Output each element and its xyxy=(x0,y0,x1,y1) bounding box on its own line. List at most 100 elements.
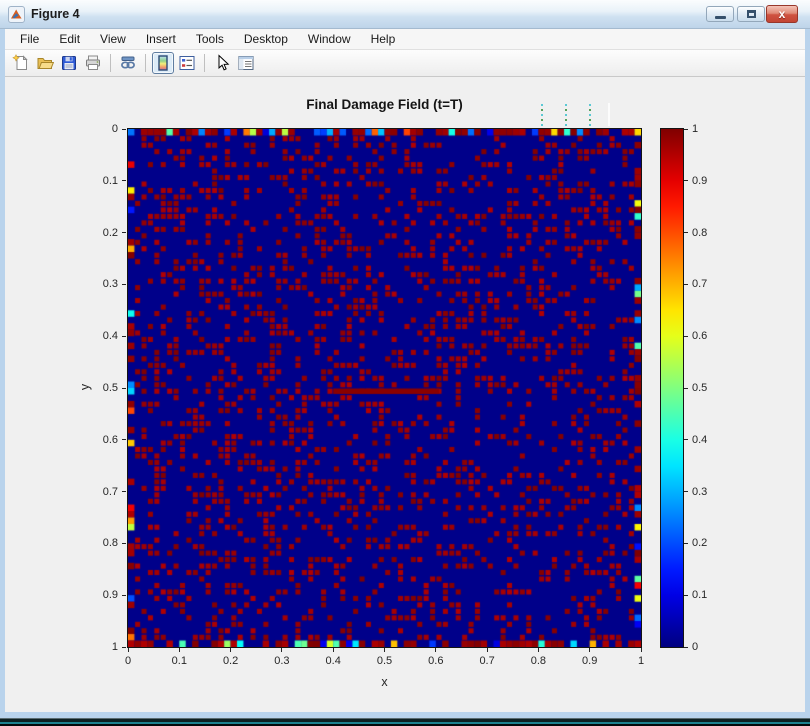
render-artifact-dash xyxy=(565,104,567,127)
minimize-button[interactable] xyxy=(706,6,734,22)
x-tick-label: 0.1 xyxy=(171,655,187,667)
titlebar[interactable]: Figure 4 x xyxy=(0,0,810,29)
menu-item-file[interactable]: File xyxy=(10,30,49,48)
restore-icon xyxy=(746,10,756,18)
figure-canvas: Final Damage Field (t=T) 0 0.1 0.2 0.3 0.4 0.… xyxy=(5,77,805,712)
colorbar-tick-mark xyxy=(684,335,688,337)
colorbar-tick-label: 0.6 xyxy=(692,330,708,343)
y-tick-mark xyxy=(122,646,126,648)
x-tick-mark xyxy=(178,648,180,652)
open-property-editor-icon xyxy=(238,56,254,70)
x-tick-label: 0 xyxy=(124,655,132,667)
save-figure-button[interactable] xyxy=(58,52,80,74)
y-tick-label: 0.6 xyxy=(102,433,118,446)
x-tick-mark xyxy=(589,648,591,652)
colorbar-tick-label: 0.2 xyxy=(692,537,708,550)
x-tick-label: 0.6 xyxy=(428,655,444,667)
x-tick-mark xyxy=(486,648,488,652)
restore-button[interactable] xyxy=(737,6,765,22)
y-tick-label: 0 xyxy=(111,123,118,135)
y-tick-label: 0.3 xyxy=(102,278,118,291)
x-tick-mark xyxy=(332,648,334,652)
save-figure-icon xyxy=(62,56,76,70)
y-tick-mark xyxy=(122,542,126,544)
y-tick-label: 0.8 xyxy=(102,537,118,550)
y-tick-mark xyxy=(122,232,126,234)
y-tick-mark xyxy=(122,128,126,130)
link-plot-button[interactable] xyxy=(117,52,139,74)
y-tick-mark xyxy=(122,283,126,285)
x-tick-mark xyxy=(435,648,437,652)
colorbar-tick-label: 0.8 xyxy=(692,226,708,239)
print-figure-button[interactable] xyxy=(82,52,104,74)
y-tick-label: 0.7 xyxy=(102,485,118,498)
x-tick-label: 0.3 xyxy=(274,655,290,667)
menu-item-help[interactable]: Help xyxy=(361,30,406,48)
colorbar-tick-label: 0.7 xyxy=(692,278,708,291)
x-tick-mark xyxy=(537,648,539,652)
colorbar-tick-label: 0 xyxy=(692,641,699,653)
edit-plot-button[interactable] xyxy=(211,52,233,74)
y-tick-label: 1 xyxy=(111,641,118,653)
render-artifact-line xyxy=(608,103,610,126)
x-tick-mark xyxy=(281,648,283,652)
open-file-button[interactable] xyxy=(34,52,56,74)
render-artifact-dash xyxy=(589,104,591,127)
x-tick-label: 0.9 xyxy=(582,655,598,667)
colorbar-tick-mark xyxy=(684,128,688,130)
insert-legend-button[interactable] xyxy=(176,52,198,74)
minimize-icon xyxy=(714,15,726,19)
x-tick-label: 0.4 xyxy=(325,655,341,667)
open-file-icon xyxy=(37,58,54,69)
y-tick-mark xyxy=(122,594,126,596)
y-tick-mark xyxy=(122,335,126,337)
render-artifact-dash xyxy=(541,104,543,127)
window-title: Figure 4 xyxy=(31,7,80,21)
colorbar-tick-mark xyxy=(684,439,688,441)
open-property-editor-button[interactable] xyxy=(235,52,257,74)
x-tick-mark xyxy=(640,648,642,652)
link-plot-icon xyxy=(121,56,135,69)
print-figure-icon xyxy=(86,55,100,70)
menu-item-view[interactable]: View xyxy=(90,30,136,48)
colorbar-tick-mark xyxy=(684,646,688,648)
close-button[interactable]: x xyxy=(766,5,798,23)
menu-item-edit[interactable]: Edit xyxy=(49,30,90,48)
colorbar-gradient xyxy=(661,129,683,647)
colorbar xyxy=(660,128,684,648)
insert-colorbar-button[interactable] xyxy=(152,52,174,74)
x-tick-mark xyxy=(384,648,385,652)
y-tick-mark xyxy=(122,439,126,441)
colorbar-tick-mark xyxy=(684,283,688,285)
x-tick-label: 0.2 xyxy=(222,655,239,667)
x-tick-label: 1 xyxy=(637,655,645,667)
colorbar-tick-mark xyxy=(684,387,688,389)
x-tick-label: 0.8 xyxy=(530,655,547,667)
colorbar-tick-label: 0.9 xyxy=(692,174,708,187)
figure-window: Figure 4 x File Edit View Insert Tools Deskto… xyxy=(0,0,810,726)
matlab-figure-icon xyxy=(8,6,25,23)
x-tick-mark xyxy=(127,648,129,652)
new-figure-button[interactable] xyxy=(10,52,32,74)
insert-legend-icon xyxy=(179,56,195,70)
y-tick-label: 0.9 xyxy=(102,589,118,602)
menubar: File Edit View Insert Tools Desktop Window Help xyxy=(5,29,805,50)
menu-item-tools[interactable]: Tools xyxy=(186,30,234,48)
desktop-edge xyxy=(0,718,810,726)
menu-item-window[interactable]: Window xyxy=(298,30,361,48)
y-tick-label: 0.1 xyxy=(102,174,118,187)
menu-item-insert[interactable]: Insert xyxy=(136,30,186,48)
menu-item-desktop[interactable]: Desktop xyxy=(234,30,298,48)
y-tick-label: 0.2 xyxy=(102,226,118,239)
y-tick-label: 0.4 xyxy=(102,330,118,343)
edit-plot-icon xyxy=(218,54,230,71)
x-tick-label: 0.5 xyxy=(376,655,393,667)
close-icon: x xyxy=(778,7,786,21)
colorbar-tick-label: 0.1 xyxy=(692,589,708,602)
y-tick-mark xyxy=(122,387,126,389)
x-tick-label: 0.7 xyxy=(479,655,495,667)
colorbar-tick-label: 1 xyxy=(692,123,699,135)
toolbar-separator xyxy=(110,54,111,72)
colorbar-tick-mark xyxy=(684,542,688,544)
y-tick-mark xyxy=(122,180,126,182)
